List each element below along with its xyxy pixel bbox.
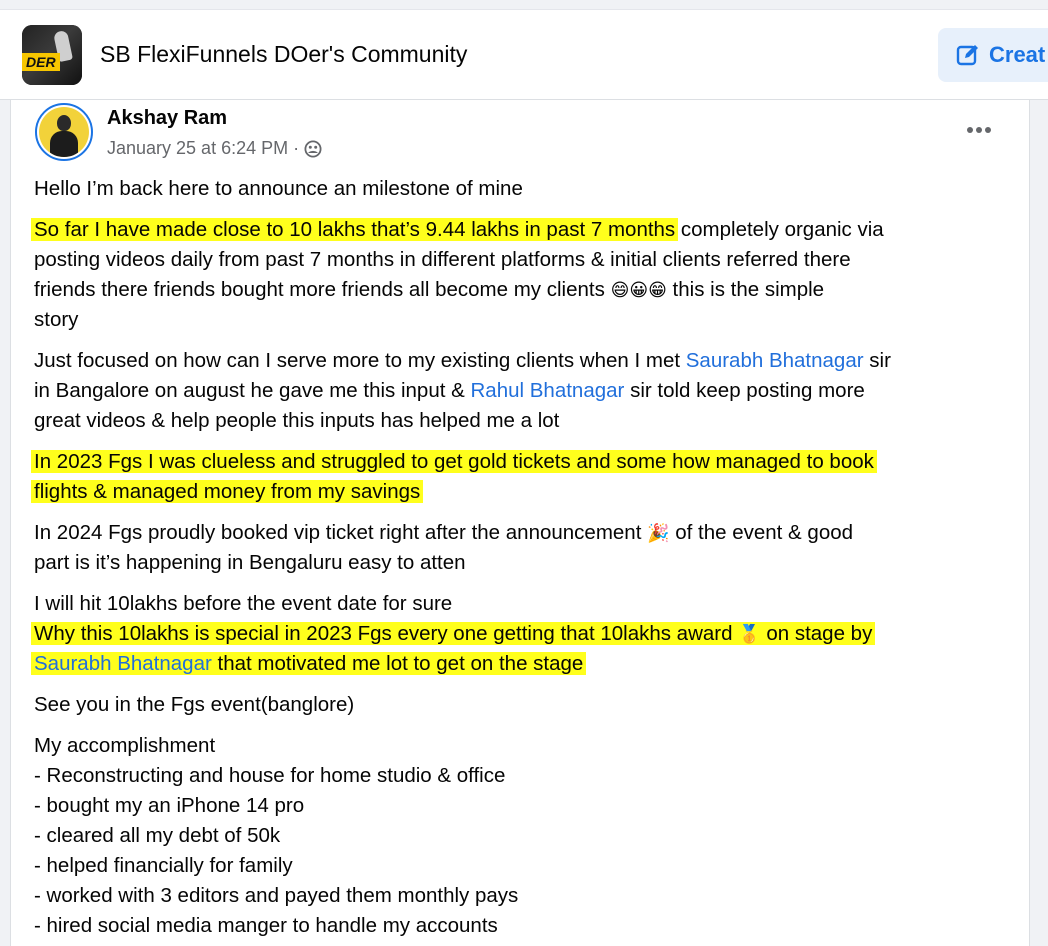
text-span: Just focused on how can I serve more to … — [34, 349, 686, 372]
text-line: story — [34, 308, 79, 331]
text-span: friends there friends bought more friend… — [34, 278, 605, 301]
text-span: sir — [863, 349, 891, 372]
mention-link[interactable]: Saurabh Bhatnagar — [686, 349, 864, 372]
text-line: In 2024 Fgs proudly booked vip ticket ri… — [34, 518, 1019, 548]
post-card: Akshay Ram January 25 at 6:24 PM · Hello… — [10, 100, 1030, 946]
highlighted-text: Why this 10lakhs is special in 2023 Fgs … — [31, 622, 876, 645]
text-line: friends there friends bought more friend… — [34, 275, 1019, 305]
list-item: - bought my an iPhone 14 pro — [34, 794, 305, 817]
text-line: Saurabh Bhatnagar that motivated me lot … — [31, 649, 1019, 679]
meta-separator: · — [293, 138, 300, 158]
highlighted-text: Saurabh Bhatnagar that motivated me lot … — [31, 652, 587, 675]
paragraph-4: In 2023 Fgs I was clueless and struggled… — [31, 447, 1019, 507]
avatar-body — [50, 131, 78, 157]
text-line: Just focused on how can I serve more to … — [34, 346, 1019, 376]
group-title[interactable]: SB FlexiFunnels DOer's Community — [100, 41, 467, 68]
highlighted-text: flights & managed money from my savings — [31, 480, 424, 503]
highlighted-text: In 2023 Fgs I was clueless and struggled… — [31, 450, 877, 473]
text-line: Why this 10lakhs is special in 2023 Fgs … — [31, 619, 1019, 649]
paragraph-1: Hello I’m back here to announce an miles… — [34, 174, 1019, 204]
text-span: completely organic via — [675, 218, 884, 241]
avatar-head — [57, 115, 71, 131]
text-line: posting videos daily from past 7 months … — [34, 248, 851, 271]
logo-text: DER — [22, 53, 60, 71]
highlighted-text: So far I have made close to 10 lakhs tha… — [31, 218, 679, 241]
text-line: flights & managed money from my savings — [31, 477, 1019, 507]
avatar[interactable] — [35, 103, 93, 161]
mention-link[interactable]: Rahul Bhatnagar — [471, 379, 625, 402]
list-item: - worked with 3 editors and payed them m… — [34, 884, 519, 907]
text-line: great videos & help people this inputs h… — [34, 409, 560, 432]
list-item: - hired social media manger to handle my… — [34, 914, 498, 937]
list-item: - Reconstructing and house for home stud… — [34, 764, 506, 787]
text-line: I will hit 10lakhs before the event date… — [34, 592, 453, 615]
list-item: - cleared all my debt of 50k — [34, 824, 281, 847]
top-divider — [0, 0, 1048, 10]
paragraph-2: So far I have made close to 10 lakhs tha… — [31, 215, 1019, 335]
text-span: Why this 10lakhs is special in 2023 Fgs … — [34, 622, 739, 645]
text-span: on stage by — [760, 622, 873, 645]
text-span: sir told keep posting more — [624, 379, 865, 402]
medal-icon: 🥇 — [738, 624, 761, 645]
text-line: In 2023 Fgs I was clueless and struggled… — [31, 447, 1019, 477]
post-meta: January 25 at 6:24 PM · — [107, 138, 322, 159]
list-item: - helped financially for family — [34, 854, 293, 877]
text-line: part is it’s happening in Bengaluru easy… — [34, 551, 466, 574]
text-span: this is the simple — [666, 278, 825, 301]
author-name[interactable]: Akshay Ram — [107, 107, 227, 130]
paragraph-5: In 2024 Fgs proudly booked vip ticket ri… — [34, 518, 1019, 578]
group-logo[interactable]: DER — [22, 25, 82, 85]
avatar-image — [39, 107, 89, 157]
text-span: in Bangalore on august he gave me this i… — [34, 379, 471, 402]
paragraph-3: Just focused on how can I serve more to … — [34, 346, 1019, 436]
accomplishments: My accomplishment - Reconstructing and h… — [34, 731, 1019, 941]
text-span: In 2024 Fgs proudly booked vip ticket ri… — [34, 521, 648, 544]
text-line: So far I have made close to 10 lakhs tha… — [31, 215, 1019, 245]
paragraph-7: See you in the Fgs event(banglore) — [34, 690, 1019, 720]
text-span: that motivated me lot to get on the stag… — [211, 652, 584, 675]
edit-icon — [956, 45, 978, 66]
create-post-button[interactable]: Creat — [938, 28, 1048, 82]
party-popper-icon: 🎉 — [647, 523, 670, 544]
create-label: Creat — [989, 42, 1046, 67]
text-line: in Bangalore on august he gave me this i… — [34, 376, 1019, 406]
paragraph-6: I will hit 10lakhs before the event date… — [31, 589, 1019, 679]
post-body: Hello I’m back here to announce an miles… — [31, 174, 1019, 946]
group-header: DER SB FlexiFunnels DOer's Community Cre… — [0, 10, 1048, 100]
group-privacy-icon[interactable] — [304, 140, 322, 158]
more-options-icon[interactable] — [961, 118, 997, 142]
text-line: Hello I’m back here to announce an miles… — [34, 177, 523, 200]
text-line: See you in the Fgs event(banglore) — [34, 693, 355, 716]
accomplishments-title: My accomplishment — [34, 734, 216, 757]
smile-emoji-icons: 😄😀😁 — [610, 280, 667, 301]
text-span: of the event & good — [669, 521, 854, 544]
post-timestamp[interactable]: January 25 at 6:24 PM — [107, 138, 288, 159]
mention-link[interactable]: Saurabh Bhatnagar — [34, 652, 212, 675]
